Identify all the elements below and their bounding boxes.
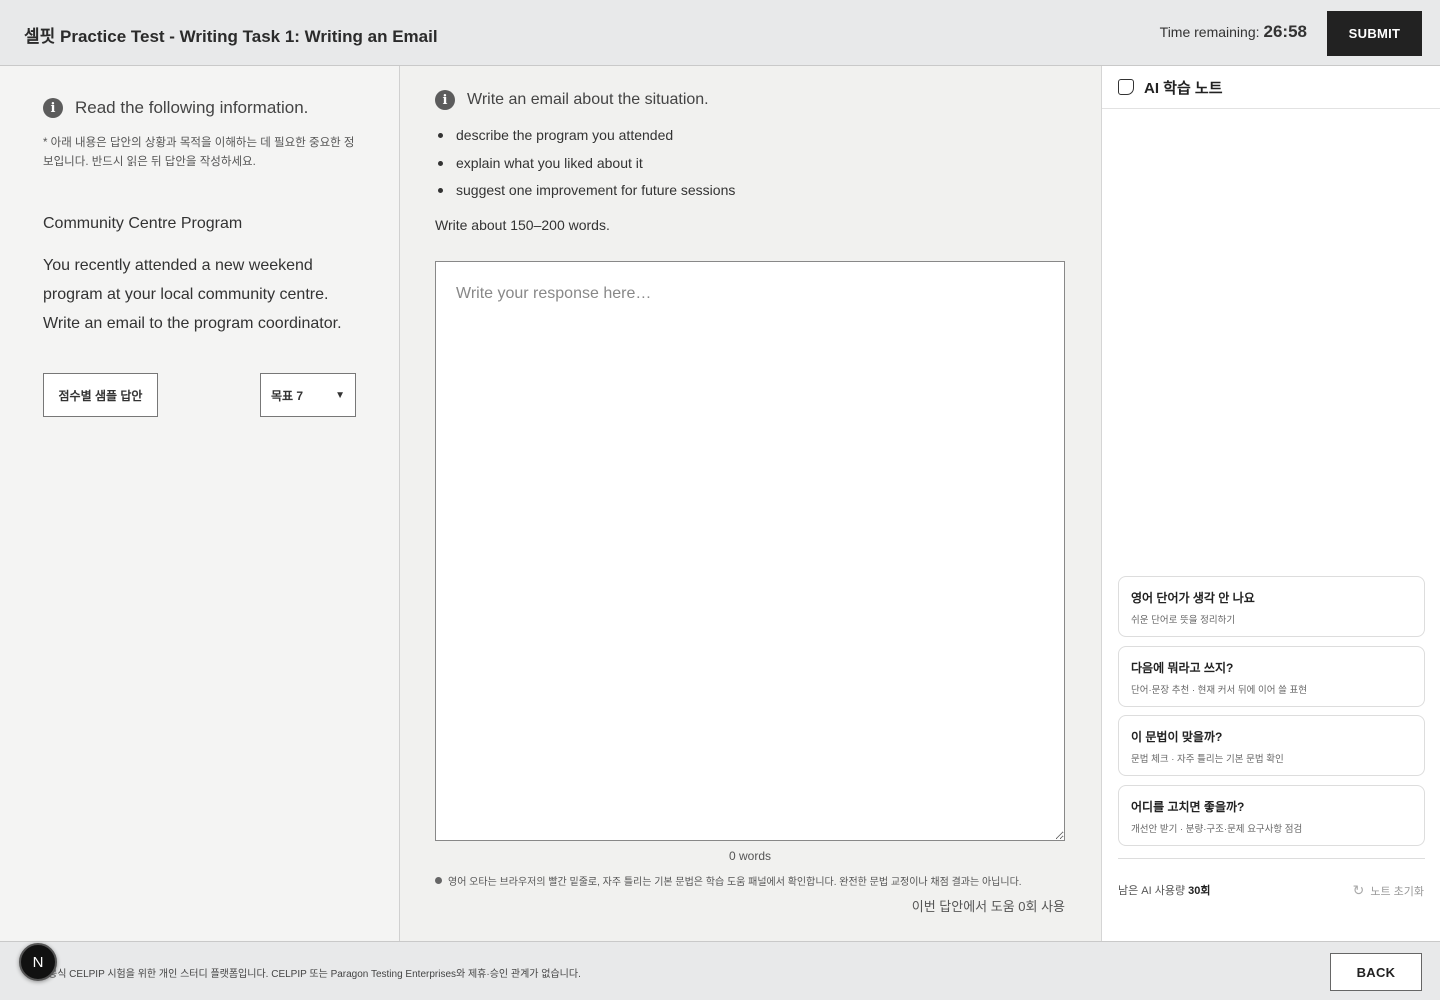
help-card-title: 다음에 뭐라고 쓰지? [1131, 661, 1234, 675]
task-info-text: Write an email about the situation. [467, 91, 709, 108]
info-icon: i [435, 90, 455, 110]
ai-notes-panel: AI 학습 노트 영어 단어가 생각 안 나요 쉬운 단어로 뜻을 정리하기 다… [1101, 66, 1440, 941]
spellcheck-note: 영어 오타는 브라우저의 빨간 밑줄로, 자주 틀리는 기본 문법은 학습 도움… [435, 873, 1022, 888]
response-textarea[interactable] [435, 261, 1065, 841]
help-card-subtitle: 쉬운 단어로 뜻을 정리하기 [1131, 615, 1236, 626]
list-item: suggest one improvement for future sessi… [435, 179, 735, 207]
n-logo-badge[interactable]: N [19, 943, 57, 981]
submit-button[interactable]: SUBMIT [1327, 11, 1422, 56]
reset-notes-label: 노트 초기화 [1370, 885, 1424, 898]
page-title: 셀핏 Practice Test - Writing Task 1: Writi… [24, 27, 438, 46]
timer-label: Time remaining: [1159, 24, 1260, 40]
ai-notes-title: AI 학습 노트 [1144, 79, 1223, 97]
help-card-title: 어디를 고치면 좋을까? [1131, 800, 1245, 814]
info-icon: i [43, 98, 63, 118]
help-card-word[interactable]: 영어 단어가 생각 안 나요 쉬운 단어로 뜻을 정리하기 [1118, 576, 1425, 637]
spellcheck-note-text: 영어 오타는 브라우저의 빨간 밑줄로, 자주 틀리는 기본 문법은 학습 도움… [448, 877, 1022, 888]
help-card-subtitle: 문법 체크 · 자주 틀리는 기본 문법 확인 [1131, 754, 1284, 765]
word-count: 0 words [728, 849, 772, 863]
top-bar: 셀핏 Practice Test - Writing Task 1: Writi… [0, 0, 1440, 66]
time-remaining: Time remaining: 26:58 [1160, 22, 1307, 42]
task-info-header: i Write an email about the situation. [435, 90, 709, 110]
footer-disclaimer: 공식 CELPIP 시험을 위한 개인 스터디 플랫폼입니다. CELPIP 또… [48, 969, 581, 980]
timer-value: 26:58 [1263, 22, 1307, 41]
reset-notes-button[interactable]: ↻ 노트 초기화 [1353, 882, 1424, 899]
refresh-icon: ↻ [1352, 882, 1365, 898]
help-card-subtitle: 단어·문장 추천 · 현재 커서 뒤에 이어 쓸 표현 [1131, 685, 1308, 696]
read-info-text: Read the following information. [75, 98, 309, 117]
note-icon [1118, 79, 1134, 95]
word-limit: Write about 150–200 words. [435, 217, 610, 233]
help-card-title: 이 문법이 맞을까? [1131, 730, 1223, 744]
program-description: You recently attended a new weekend prog… [43, 257, 342, 332]
reading-panel: i Read the following information. * 아래 내… [0, 66, 400, 941]
goal-select-value: 목표 7 [271, 388, 304, 403]
help-usage-count: 이번 답안에서 도움 0회 사용 [911, 899, 1065, 914]
ai-usage: 남은 AI 사용량 30회 [1118, 882, 1211, 898]
bullet-dot-icon [435, 877, 442, 884]
writing-panel: i Write an email about the situation. de… [400, 66, 1101, 941]
reading-note: * 아래 내용은 답안의 상황과 목적을 이해하는 데 필요한 중요한 정보입니… [43, 137, 355, 168]
task-bullets: describe the program you attended explai… [435, 124, 735, 207]
help-card-improve[interactable]: 어디를 고치면 좋을까? 개선안 받기 · 분량·구조·문제 요구사항 점검 [1118, 785, 1425, 846]
help-card-next[interactable]: 다음에 뭐라고 쓰지? 단어·문장 추천 · 현재 커서 뒤에 이어 쓸 표현 [1118, 646, 1425, 707]
chevron-down-icon: ▼ [335, 389, 345, 401]
help-card-subtitle: 개선안 받기 · 분량·구조·문제 요구사항 점검 [1131, 824, 1303, 835]
goal-select[interactable]: 목표 7 ▼ [260, 373, 356, 417]
list-item: describe the program you attended [435, 124, 735, 152]
back-button[interactable]: BACK [1330, 953, 1422, 991]
footer: 공식 CELPIP 시험을 위한 개인 스터디 플랫폼입니다. CELPIP 또… [0, 941, 1440, 1000]
ai-notes-header: AI 학습 노트 [1102, 66, 1440, 109]
help-card-grammar[interactable]: 이 문법이 맞을까? 문법 체크 · 자주 틀리는 기본 문법 확인 [1118, 715, 1425, 776]
read-info-header: i Read the following information. [43, 98, 308, 118]
divider [1118, 858, 1425, 859]
help-card-title: 영어 단어가 생각 안 나요 [1131, 591, 1255, 605]
sample-answers-button[interactable]: 점수별 샘플 답안 [43, 373, 158, 417]
ai-usage-value: 30회 [1188, 885, 1211, 897]
program-title: Community Centre Program [43, 215, 243, 232]
list-item: explain what you liked about it [435, 152, 735, 180]
ai-usage-label: 남은 AI 사용량 [1118, 885, 1186, 897]
